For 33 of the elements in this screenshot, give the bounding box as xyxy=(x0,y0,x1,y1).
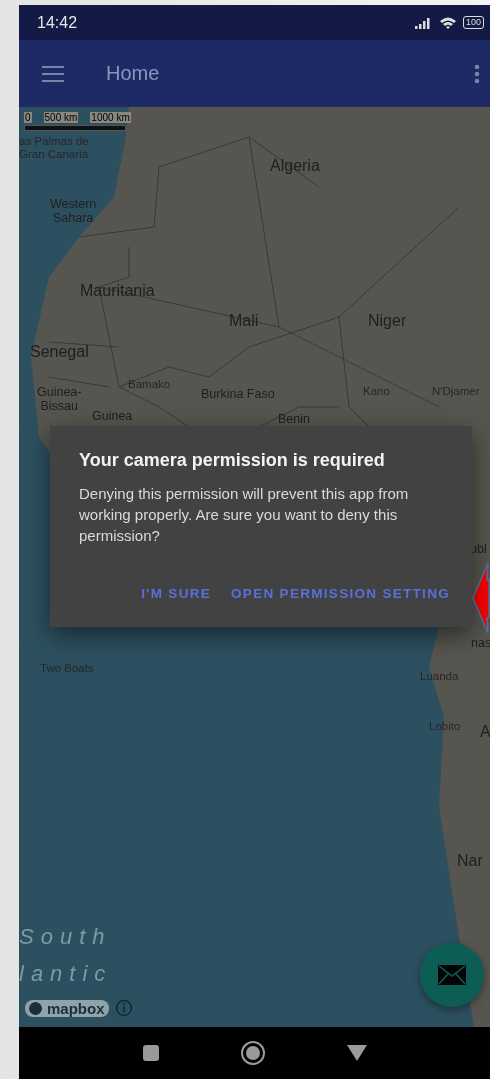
map-label: Western Sahara xyxy=(50,198,97,226)
map-label: lantic xyxy=(19,962,113,987)
map-label: Mali xyxy=(229,312,259,330)
scale-label: 1000 km xyxy=(90,112,131,123)
map-label: Lobito xyxy=(429,720,461,733)
map-label: Mauritania xyxy=(80,282,155,300)
signal-icon xyxy=(414,16,433,29)
dialog-button[interactable]: OPEN PERMISSION SETTING xyxy=(229,582,452,605)
envelope-icon xyxy=(438,965,466,985)
map-label: A xyxy=(480,723,490,741)
map-label: South xyxy=(19,925,112,950)
scale-label: 0 xyxy=(24,112,32,123)
battery-icon: 100 xyxy=(462,16,484,29)
dialog-button[interactable]: I'M SURE xyxy=(139,582,214,605)
status-time: 14:42 xyxy=(37,13,78,32)
map-label: Senegal xyxy=(30,343,89,361)
dialog-message: Denying this permission will prevent this app from working properly. Are sure you want to deny this permission? xyxy=(79,484,410,546)
map-label: Niger xyxy=(368,312,407,330)
arrow-annotation xyxy=(472,562,490,634)
back-icon[interactable] xyxy=(346,1045,367,1061)
recents-icon[interactable] xyxy=(142,1045,159,1061)
map-label: Nar xyxy=(457,852,483,870)
scale-label: 500 km xyxy=(43,112,79,123)
more-options-icon[interactable] xyxy=(474,63,480,84)
map-label: Burkina Faso xyxy=(201,388,275,402)
menu-icon[interactable] xyxy=(42,65,64,82)
wifi-icon xyxy=(438,15,457,30)
app-title: Home xyxy=(106,62,161,85)
map-label: Luanda xyxy=(420,670,459,683)
map-label: Two Boats xyxy=(40,662,94,675)
map-label: Algeria xyxy=(270,157,320,175)
map-label: Guinea- Bissau xyxy=(37,386,82,414)
dialog-title: Your camera permission is required xyxy=(79,450,386,471)
